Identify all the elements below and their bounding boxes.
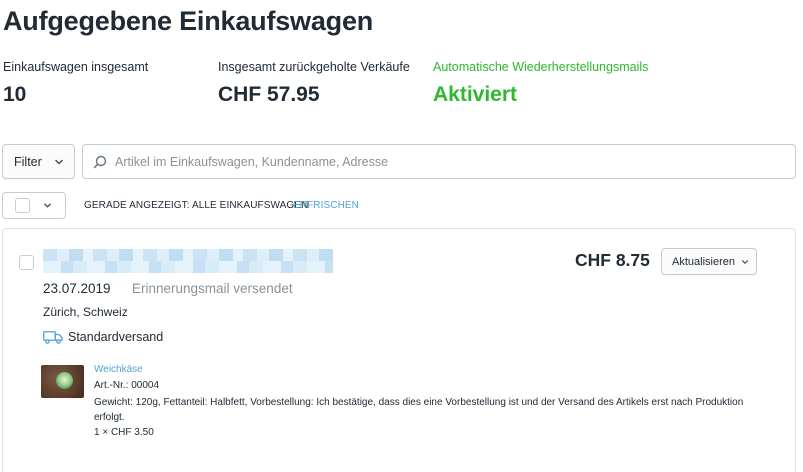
product-description: Gewicht: 120g, Fettanteil: Halbfett, Vor… — [94, 397, 744, 423]
stat-value: Aktiviert — [433, 83, 518, 106]
product-name-link[interactable]: Weichkäse — [94, 364, 143, 375]
stat-auto-recovery-emails: Automatische Wiederherstellungsmails Akt… — [433, 60, 648, 107]
stat-label: Einkaufswagen insgesamt — [3, 60, 149, 74]
select-all-checkbox[interactable] — [15, 198, 30, 213]
product-thumbnail — [41, 365, 84, 398]
stat-label: Insgesamt zurückgeholte Verkäufe — [218, 60, 410, 74]
cart-total-price: CHF 8.75 — [575, 250, 650, 270]
stat-value: CHF 57.95 — [218, 83, 320, 106]
chevron-down-icon[interactable] — [43, 201, 52, 210]
refresh-link[interactable]: ERFRISCHEN — [293, 200, 359, 211]
truck-icon — [43, 330, 63, 344]
customer-name-redacted — [43, 249, 333, 273]
showing-label: GERADE ANGEZEIGT: ALLE EINKAUFSWAGEN — [84, 200, 309, 211]
stat-value: 10 — [3, 83, 27, 106]
cart-status: Erinnerungsmail versendet — [132, 281, 293, 296]
cheese-image — [56, 372, 73, 389]
product-sku: Art.-Nr.: 00004 — [94, 380, 160, 391]
cart-location: Zürich, Schweiz — [43, 305, 128, 319]
search-input[interactable] — [115, 154, 795, 169]
product-quantity-price: 1 × CHF 3.50 — [94, 427, 154, 438]
cart-card: 23.07.2019 Erinnerungsmail versendet Zür… — [2, 228, 796, 472]
search-box[interactable] — [82, 144, 796, 179]
filter-button[interactable]: Filter — [2, 144, 75, 179]
cart-checkbox[interactable] — [19, 255, 34, 270]
select-all-dropdown[interactable] — [2, 192, 66, 219]
shipping-method: Standardversand — [43, 330, 163, 344]
update-label: Aktualisieren — [672, 255, 735, 268]
search-icon — [93, 155, 107, 168]
filter-label: Filter — [14, 154, 42, 169]
page-title: Aufgegebene Einkaufswagen — [3, 6, 374, 36]
chevron-down-icon — [741, 259, 748, 264]
stat-total-carts: Einkaufswagen insgesamt 10 — [3, 60, 148, 107]
stat-recovered-sales: Insgesamt zurückgeholte Verkäufe CHF 57.… — [218, 60, 410, 107]
stat-label: Automatische Wiederherstellungsmails — [433, 60, 649, 74]
cart-date: 23.07.2019 — [43, 281, 111, 296]
update-button[interactable]: Aktualisieren — [661, 248, 757, 275]
chevron-down-icon — [55, 159, 63, 164]
shipping-label: Standardversand — [68, 330, 164, 344]
